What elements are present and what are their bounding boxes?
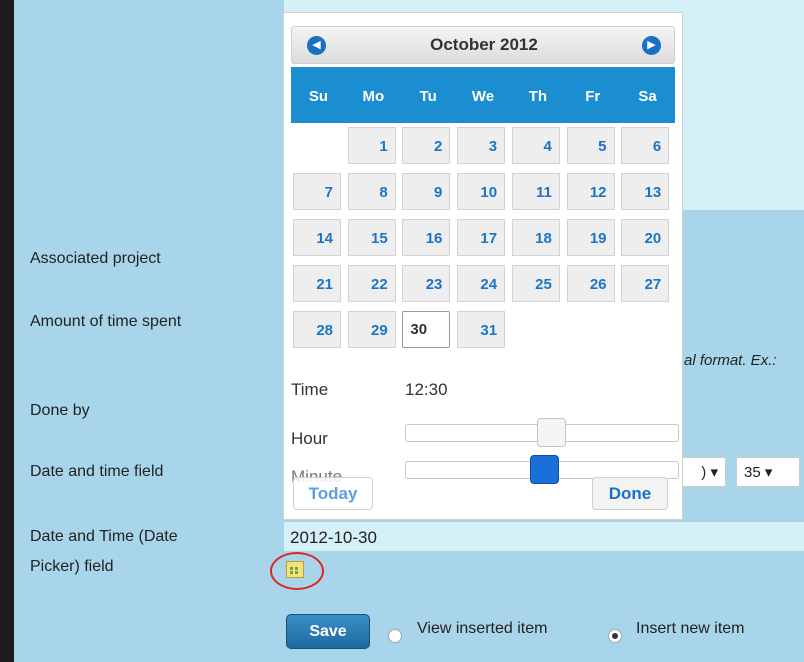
label-amount-time-spent: Amount of time spent <box>30 313 182 330</box>
day-cell-17[interactable]: 17 <box>457 219 506 256</box>
day-cell-29[interactable]: 29 <box>347 311 396 348</box>
day-cell-8[interactable]: 8 <box>347 173 396 210</box>
day-cell-16[interactable]: 16 <box>402 219 451 256</box>
calendar-icon <box>286 561 304 578</box>
day-cell-1[interactable]: 1 <box>347 127 396 164</box>
day-cell-14[interactable]: 14 <box>293 219 341 256</box>
day-cell-24[interactable]: 24 <box>457 265 506 302</box>
label-date-time-field: Date and time field <box>30 463 164 480</box>
radio-view-inserted-label: View inserted item <box>417 620 548 637</box>
day-cell-12[interactable]: 12 <box>566 173 615 210</box>
minute-slider-handle[interactable] <box>529 455 559 484</box>
radio-view-inserted[interactable] <box>388 629 402 643</box>
label-done-by: Done by <box>30 402 90 419</box>
weekday-fr: Fr <box>585 88 601 105</box>
weekday-mo: Mo <box>362 88 385 105</box>
day-cell-3[interactable]: 3 <box>457 127 506 164</box>
time-label: Time <box>291 380 329 399</box>
label-date-picker-field-line2: Picker) field <box>30 558 114 575</box>
weekday-header-row: Su Mo Tu We Th Fr Sa <box>291 67 675 123</box>
day-cell-22[interactable]: 22 <box>347 265 396 302</box>
day-cell-11[interactable]: 11 <box>511 173 560 210</box>
label-date-picker-field-line1: Date and Time (Date <box>30 528 178 545</box>
day-cell-2[interactable]: 2 <box>402 127 451 164</box>
day-cell-4[interactable]: 4 <box>511 127 560 164</box>
month-year-title: October 2012 <box>430 35 538 54</box>
weekday-su: Su <box>308 88 329 105</box>
radio-insert-new-label: Insert new item <box>636 620 745 637</box>
weekday-we: We <box>471 88 495 105</box>
day-cell-19[interactable]: 19 <box>566 219 615 256</box>
today-button[interactable]: Today <box>293 477 373 510</box>
day-cell-28[interactable]: 28 <box>293 311 341 348</box>
day-cell-5[interactable]: 5 <box>566 127 615 164</box>
datepicker-header: October 2012 ◀ ▶ <box>291 26 675 64</box>
day-cell-10[interactable]: 10 <box>457 173 506 210</box>
weekday-sa: Sa <box>638 88 657 105</box>
label-associated-project: Associated project <box>30 250 161 267</box>
day-cell-20[interactable]: 20 <box>621 219 670 256</box>
day-cell-30[interactable]: 30 <box>402 311 451 348</box>
done-button[interactable]: Done <box>592 477 668 510</box>
day-cell-13[interactable]: 13 <box>621 173 670 210</box>
day-cell-6[interactable]: 6 <box>621 127 670 164</box>
day-cell-23[interactable]: 23 <box>402 265 451 302</box>
chevron-right-circle-icon[interactable]: ▶ <box>642 36 661 55</box>
minute-select[interactable]: 35 ▾ <box>736 457 800 487</box>
datepicker-popup: October 2012 ◀ ▶ Su Mo Tu We Th Fr Sa 12345678… <box>283 12 683 520</box>
time-value: 12:30 <box>405 380 448 399</box>
day-cell-25[interactable]: 25 <box>511 265 560 302</box>
day-cell-7[interactable]: 7 <box>293 173 341 210</box>
day-cell-26[interactable]: 26 <box>566 265 615 302</box>
time-format-hint: al format. Ex.: <box>684 352 777 369</box>
day-cell-15[interactable]: 15 <box>347 219 396 256</box>
weekday-tu: Tu <box>419 88 437 105</box>
date-picker-input[interactable]: 2012-10-30 <box>284 522 804 551</box>
calendar-button[interactable] <box>270 552 324 590</box>
day-cell-31[interactable]: 31 <box>457 311 506 348</box>
radio-insert-new[interactable] <box>608 629 622 643</box>
weekday-th: Th <box>528 88 548 105</box>
save-button[interactable]: Save <box>286 614 370 649</box>
day-cell-27[interactable]: 27 <box>621 265 670 302</box>
hour-slider-handle[interactable] <box>536 418 566 447</box>
hour-label: Hour <box>291 429 328 448</box>
day-cell-18[interactable]: 18 <box>511 219 560 256</box>
day-cell-9[interactable]: 9 <box>402 173 451 210</box>
day-cell-21[interactable]: 21 <box>293 265 341 302</box>
chevron-left-circle-icon[interactable]: ◀ <box>307 36 326 55</box>
